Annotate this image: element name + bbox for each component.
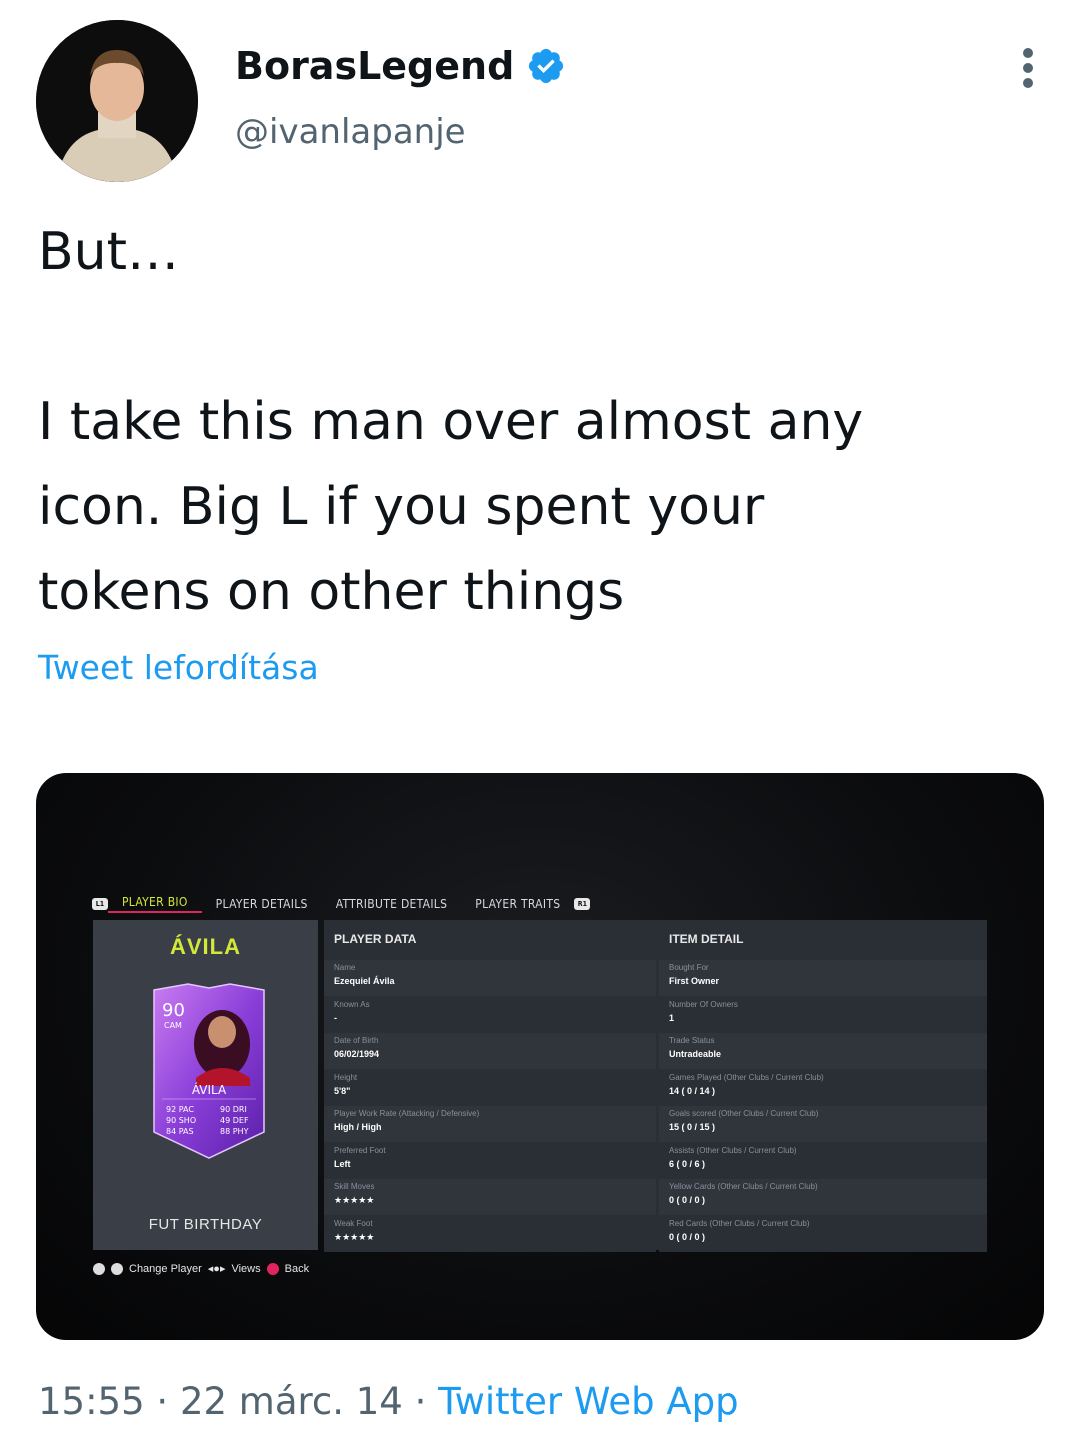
change-player-label: Change Player (129, 1262, 202, 1275)
data-row-value: 06/02/1994 (334, 1049, 380, 1059)
data-row: Known As - (324, 996, 656, 1033)
r3-button-icon (111, 1262, 123, 1275)
tweet-time[interactable]: 15:55 (38, 1380, 145, 1423)
card-stat: 84 PAS (166, 1127, 194, 1136)
meta-separator: · (156, 1380, 169, 1423)
data-row: Skill Moves ★★★★★ (324, 1179, 656, 1215)
tweet-text: But… I take this man over almost any ico… (38, 210, 1038, 635)
game-footer-controls: Change Player ◂●▸ Views Back (93, 1262, 309, 1275)
card-stat: 49 DEF (220, 1116, 249, 1125)
data-row-label: Weak Foot (334, 1218, 373, 1228)
tab-player-details: PLAYER DETAILS (215, 897, 308, 911)
r1-button-icon: R1 (574, 898, 591, 910)
data-row-label: Known As (334, 999, 370, 1009)
data-row: Assists (Other Clubs / Current Club) 6 ( … (659, 1142, 987, 1179)
card-stat: 88 PHY (220, 1127, 249, 1136)
data-row-value: 5'8" (334, 1085, 351, 1096)
tweet-meta: 15:55 · 22 márc. 14 · Twitter Web App (38, 1380, 739, 1423)
l3-button-icon (93, 1262, 105, 1275)
data-row-value: Left (334, 1158, 351, 1169)
card-stat: 92 PAC (166, 1105, 194, 1114)
data-row: Goals scored (Other Clubs / Current Club… (659, 1106, 987, 1142)
data-row-label: Preferred Foot (334, 1145, 386, 1155)
l1-button-icon: L1 (92, 898, 108, 910)
more-options-icon[interactable] (1020, 48, 1036, 88)
author-display-name[interactable]: BorasLegend (235, 44, 514, 88)
data-row-value: 14 ( 0 / 14 ) (669, 1085, 716, 1096)
player-name: ÁVILA (170, 934, 241, 959)
data-row-value: 0 ( 0 / 0 ) (669, 1231, 706, 1242)
data-row-value: ★★★★★ (334, 1231, 375, 1242)
data-row-value: 6 ( 0 / 6 ) (669, 1158, 706, 1169)
card-rating: 90 (162, 1000, 185, 1021)
data-row: Height 5'8" (324, 1069, 656, 1106)
card-stat: 90 DRI (220, 1105, 247, 1114)
dpad-icon: ◂●▸ (207, 1263, 226, 1275)
data-row-value: 1 (669, 1012, 675, 1023)
data-row: Games Played (Other Clubs / Current Club… (659, 1069, 987, 1106)
card-stat: 90 SHO (166, 1116, 196, 1125)
data-row-value: - (334, 1012, 337, 1023)
tweet-source-app[interactable]: Twitter Web App (438, 1380, 738, 1423)
data-row-label: Bought For (669, 963, 709, 972)
card-name: ÁVILA (192, 1082, 227, 1097)
game-tab-bar: L1 PLAYER BIO PLAYER DETAILS ATTRIBUTE D… (92, 895, 591, 913)
data-row-label: Trade Status (669, 1036, 715, 1045)
author-handle[interactable]: @ivanlapanje (235, 112, 466, 152)
data-row: Red Cards (Other Clubs / Current Club) 0 … (659, 1215, 987, 1252)
data-row-value: First Owner (669, 976, 720, 986)
card-position: CAM (164, 1021, 182, 1030)
translate-tweet-link[interactable]: Tweet lefordítása (38, 648, 319, 687)
data-row: Trade Status Untradeable (659, 1033, 987, 1069)
data-row-label: Red Cards (Other Clubs / Current Club) (669, 1218, 810, 1228)
tweet-line: icon. Big L if you spent your (38, 477, 765, 537)
data-row-value: Ezequiel Ávila (334, 976, 395, 986)
data-row: Yellow Cards (Other Clubs / Current Club… (659, 1179, 987, 1215)
data-row-label: Skill Moves (334, 1182, 375, 1191)
data-row-label: Yellow Cards (Other Clubs / Current Club… (669, 1182, 818, 1191)
data-row: Number Of Owners 1 (659, 996, 987, 1033)
tab-player-bio: PLAYER BIO (108, 895, 202, 913)
data-row-label: Goals scored (Other Clubs / Current Club… (669, 1109, 819, 1118)
data-row-label: Name (334, 963, 356, 972)
circle-button-icon (266, 1262, 279, 1275)
avatar-image (36, 20, 198, 182)
author-avatar[interactable] (36, 20, 198, 182)
data-row-label: Assists (Other Clubs / Current Club) (669, 1145, 797, 1155)
tab-player-traits: PLAYER TRAITS (475, 897, 561, 911)
verified-badge-icon (529, 48, 564, 84)
back-label: Back (284, 1262, 310, 1275)
tab-attribute-details: ATTRIBUTE DETAILS (335, 897, 448, 911)
tweet-line: tokens on other things (38, 562, 625, 622)
data-row-label: Height (334, 1072, 358, 1082)
player-data-header: PLAYER DATA (334, 932, 417, 946)
meta-separator: · (414, 1380, 427, 1423)
tweet-line: But… (38, 222, 180, 282)
card-type-label: FUT BIRTHDAY (148, 1216, 263, 1233)
views-label: Views (231, 1262, 261, 1275)
data-row-label: Player Work Rate (Attacking / Defensive) (334, 1109, 480, 1118)
data-row: Player Work Rate (Attacking / Defensive)… (324, 1106, 656, 1142)
data-row: Preferred Foot Left (324, 1142, 656, 1179)
data-row: Date of Birth 06/02/1994 (324, 1033, 656, 1069)
data-row: Bought For First Owner (659, 960, 987, 996)
data-row: Weak Foot ★★★★★ (324, 1215, 656, 1252)
data-row-value: 15 ( 0 / 15 ) (669, 1122, 716, 1132)
data-row-label: Number Of Owners (669, 999, 738, 1009)
data-row-label: Date of Birth (334, 1036, 379, 1045)
data-row-value: ★★★★★ (334, 1195, 375, 1205)
data-row-value: High / High (334, 1122, 382, 1132)
tweet-line: I take this man over almost any (38, 392, 864, 452)
data-row: Name Ezequiel Ávila (324, 960, 656, 996)
data-row-label: Games Played (Other Clubs / Current Club… (669, 1072, 824, 1082)
tweet-date[interactable]: 22 márc. 14 (180, 1380, 403, 1423)
data-row-value: Untradeable (669, 1049, 722, 1059)
player-card: 90 CAM ÁVILA 92 PAC 90 SHO 84 PAS 90 DRI… (153, 983, 265, 1159)
data-row-value: 0 ( 0 / 0 ) (669, 1195, 706, 1205)
item-detail-header: ITEM DETAIL (669, 932, 744, 946)
